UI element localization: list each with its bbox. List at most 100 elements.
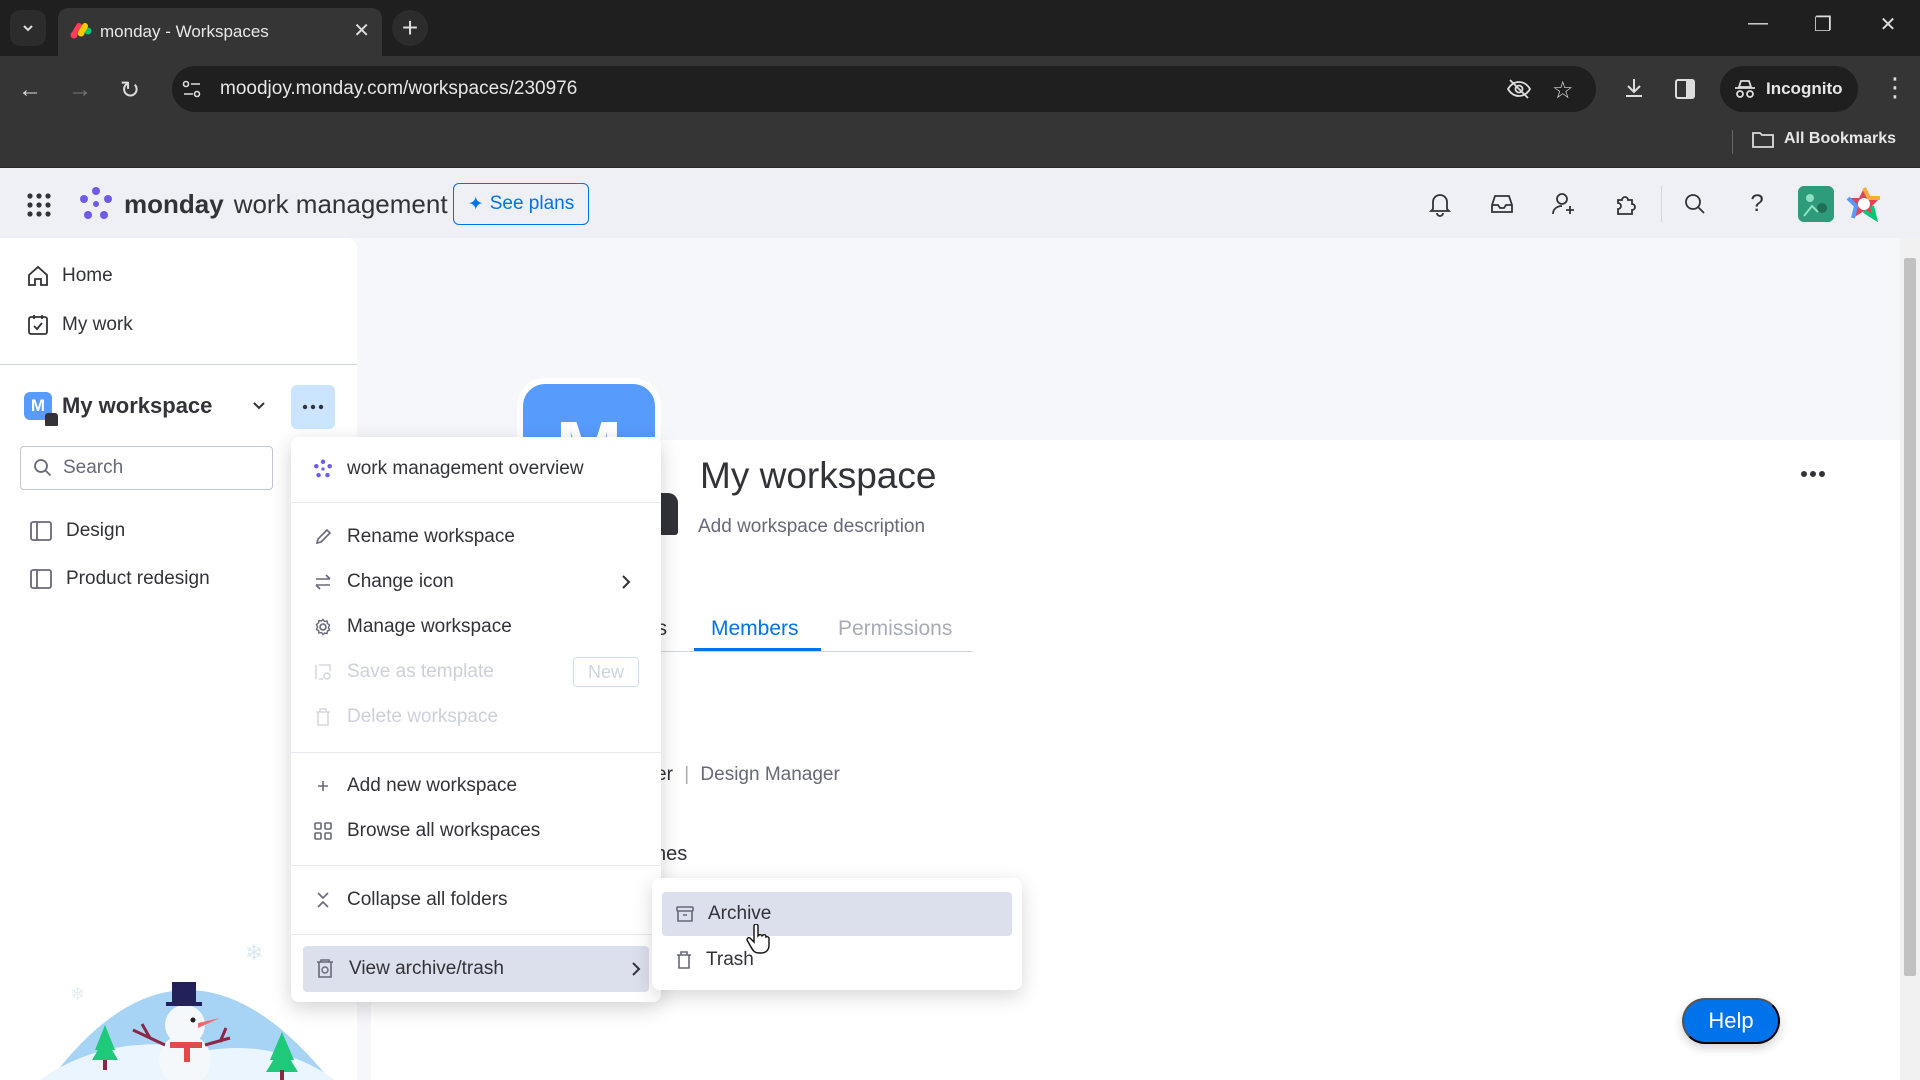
- notifications-icon[interactable]: [1424, 188, 1456, 220]
- workspace-description-input[interactable]: Add workspace description: [698, 516, 925, 538]
- active-tab-indicator: [694, 648, 821, 651]
- window-close-icon[interactable]: ✕: [1868, 12, 1908, 37]
- collapse-icon: [313, 891, 333, 909]
- home-icon: [28, 265, 48, 286]
- menu-item-add-new-workspace[interactable]: Add new workspace: [313, 766, 639, 806]
- menu-item-label: Change icon: [347, 571, 454, 592]
- menu-item-delete-workspace: Delete workspace: [313, 697, 639, 737]
- menu-item-collapse-all-folders[interactable]: Collapse all folders: [313, 880, 639, 920]
- new-tab-button[interactable]: +: [392, 10, 428, 46]
- chevron-right-icon: [631, 961, 641, 977]
- restore-icon[interactable]: ❐: [1803, 12, 1843, 37]
- menu-divider: [291, 752, 661, 753]
- archive-icon: [676, 905, 694, 923]
- help-icon[interactable]: ?: [1741, 188, 1773, 220]
- back-icon[interactable]: ←: [14, 74, 46, 106]
- chevron-down-icon[interactable]: [250, 396, 268, 414]
- close-tab-icon[interactable]: ✕: [353, 20, 370, 42]
- reload-icon[interactable]: ↻: [114, 74, 146, 106]
- workspace-more-icon[interactable]: [1800, 470, 1826, 478]
- tab-members[interactable]: Members: [711, 617, 799, 641]
- sidebar-search-input[interactable]: Search: [20, 446, 273, 490]
- menu-item-label: Collapse all folders: [347, 889, 508, 910]
- user-avatar-icon: [1803, 194, 1827, 217]
- bookmark-star-icon[interactable]: ☆: [1552, 76, 1574, 105]
- workspace-options-button[interactable]: [291, 385, 335, 429]
- chevron-right-icon: [621, 574, 631, 590]
- home-badge-icon: [45, 413, 58, 426]
- minimize-icon[interactable]: —: [1738, 12, 1778, 35]
- account-avatar[interactable]: [1798, 186, 1834, 222]
- sparkle-icon: ✦: [467, 193, 484, 215]
- download-icon[interactable]: [1622, 76, 1646, 100]
- workspace-logo-icon[interactable]: [1846, 186, 1882, 222]
- svg-text:❄: ❄: [120, 973, 137, 995]
- chevron-down-icon: [23, 25, 33, 32]
- see-plans-button[interactable]: ✦ See plans: [453, 183, 589, 225]
- menu-item-change-icon[interactable]: Change icon: [313, 562, 639, 602]
- member-role: er | Design Manager: [656, 764, 840, 786]
- board-item-design[interactable]: Design: [30, 520, 125, 542]
- eye-off-icon[interactable]: [1506, 78, 1532, 100]
- svg-text:❄: ❄: [245, 940, 263, 965]
- sidebar-item-label: Home: [62, 265, 113, 286]
- menu-item-manage-workspace[interactable]: Manage workspace: [313, 607, 639, 647]
- menu-item-view-archive-trash[interactable]: View archive/trash: [303, 946, 649, 992]
- invite-members-icon[interactable]: [1548, 188, 1580, 220]
- scrollbar-thumb[interactable]: [1904, 258, 1916, 976]
- workspace-name: My workspace: [62, 393, 213, 418]
- incognito-indicator[interactable]: Incognito: [1720, 66, 1858, 112]
- trash-icon: [313, 708, 333, 726]
- submenu-item-label: Archive: [708, 903, 772, 924]
- all-bookmarks-button[interactable]: All Bookmarks: [1752, 130, 1896, 148]
- menu-item-overview[interactable]: work management overview: [313, 449, 639, 489]
- menu-item-label: Manage workspace: [347, 616, 512, 637]
- trash-icon: [676, 951, 692, 969]
- search-icon[interactable]: [1679, 188, 1711, 220]
- gear-icon: [313, 618, 333, 636]
- board-icon: [30, 521, 52, 541]
- submenu-item-archive[interactable]: Archive: [662, 892, 1012, 936]
- incognito-label: Incognito: [1766, 79, 1843, 98]
- brand-name: monday: [124, 188, 224, 219]
- menu-divider: [291, 502, 661, 503]
- see-plans-label: See plans: [489, 193, 575, 214]
- menu-item-browse-all-workspaces[interactable]: Browse all workspaces: [313, 811, 639, 851]
- forward-icon[interactable]: →: [64, 74, 96, 106]
- board-icon: [30, 569, 52, 589]
- tab-list-button[interactable]: [10, 10, 46, 46]
- submenu-item-trash[interactable]: Trash: [662, 938, 1012, 982]
- search-placeholder: Search: [63, 457, 124, 478]
- menu-divider: [291, 934, 661, 935]
- url-text[interactable]: moodjoy.monday.com/workspaces/230976: [220, 78, 577, 100]
- hand-cursor-icon: [746, 924, 770, 954]
- sidebar-item-home[interactable]: Home: [26, 264, 113, 288]
- workspace-title[interactable]: My workspace: [700, 455, 936, 497]
- menu-item-label: Delete workspace: [347, 706, 499, 727]
- app-switcher-icon[interactable]: [26, 192, 52, 218]
- menu-item-label: work management overview: [347, 458, 584, 479]
- browser-menu-icon[interactable]: ⋮: [1882, 74, 1908, 100]
- folder-icon: [1752, 132, 1774, 148]
- sidebar-item-label: My work: [62, 314, 133, 335]
- menu-item-rename-workspace[interactable]: Rename workspace: [313, 517, 639, 557]
- workspace-initial: M: [30, 396, 46, 415]
- grid-icon: [313, 822, 333, 840]
- help-button[interactable]: Help: [1682, 998, 1780, 1044]
- workspace-selector[interactable]: M My workspace: [24, 392, 213, 426]
- side-panel-icon[interactable]: [1674, 78, 1696, 100]
- brand-logo[interactable]: monday work management: [78, 186, 448, 222]
- archive-trash-submenu: Archive Trash: [652, 878, 1022, 990]
- new-badge: New: [573, 657, 639, 687]
- inbox-icon[interactable]: [1486, 188, 1518, 220]
- search-icon: [34, 459, 52, 477]
- apps-icon[interactable]: [1610, 188, 1642, 220]
- tab-permissions[interactable]: Permissions: [838, 617, 952, 641]
- menu-item-label: View archive/trash: [349, 958, 504, 979]
- bookmarks-bar: [0, 120, 1920, 168]
- monday-logo-icon: [80, 187, 112, 219]
- board-item-product-redesign[interactable]: Product redesign: [30, 568, 210, 590]
- browser-tab-active[interactable]: monday - Workspaces ✕: [58, 8, 382, 56]
- sidebar-item-my-work[interactable]: My work: [26, 313, 133, 337]
- site-settings-icon[interactable]: [182, 80, 202, 98]
